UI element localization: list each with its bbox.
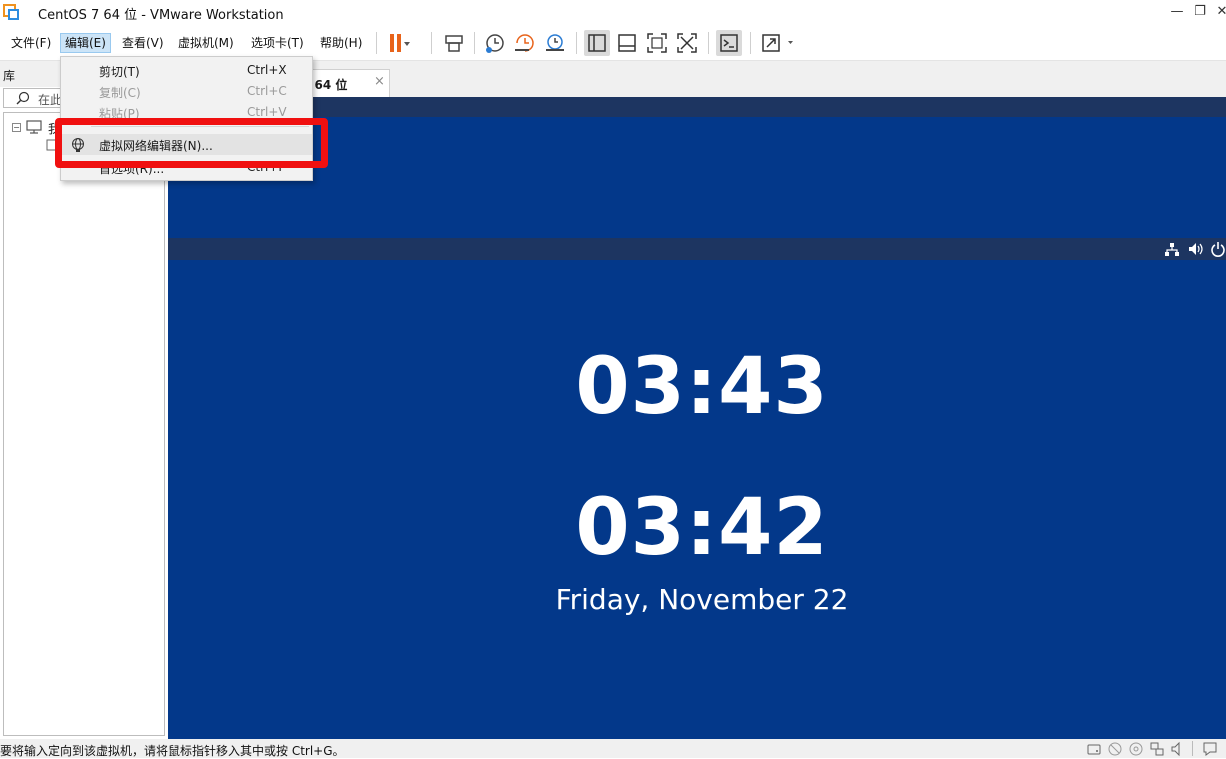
status-message: 要将输入定向到该虚拟机，请将鼠标指针移入其中或按 Ctrl+G。 bbox=[0, 744, 345, 758]
snapshot-icon[interactable] bbox=[482, 30, 508, 56]
chevron-down-icon[interactable] bbox=[783, 30, 809, 56]
stretch-icon[interactable] bbox=[758, 30, 784, 56]
computer-icon bbox=[26, 120, 42, 134]
menu-item-shortcut: Ctrl+C bbox=[247, 84, 287, 98]
library-title: 库 bbox=[3, 69, 16, 83]
menu-item-label: 剪切(T) bbox=[99, 65, 140, 79]
search-icon bbox=[16, 91, 30, 105]
status-bar: 要将输入定向到该虚拟机，请将鼠标指针移入其中或按 Ctrl+G。 bbox=[0, 739, 1226, 758]
menu-view[interactable]: 查看(V) bbox=[118, 33, 168, 53]
volume-icon[interactable] bbox=[1187, 241, 1203, 257]
unity-icon[interactable] bbox=[674, 30, 700, 56]
vm-top-bar bbox=[168, 97, 1226, 117]
menu-item-shortcut: Ctrl+X bbox=[247, 63, 287, 77]
message-icon[interactable] bbox=[1202, 741, 1218, 757]
send-ctrl-alt-del-icon[interactable] bbox=[441, 30, 467, 56]
menu-help[interactable]: 帮助(H) bbox=[316, 33, 366, 53]
status-separator bbox=[1192, 741, 1193, 756]
tab-strip: OS 7 64 位 × bbox=[166, 61, 1226, 97]
lock-screen-time-1: 03:43 bbox=[575, 342, 829, 432]
toolbar-separator bbox=[376, 32, 377, 54]
library-tree[interactable]: − 我 bbox=[3, 112, 165, 736]
close-button[interactable]: ✕ bbox=[1212, 2, 1226, 22]
power-icon[interactable] bbox=[1210, 241, 1226, 257]
menu-item-cut[interactable]: 剪切(T) Ctrl+X bbox=[61, 60, 312, 81]
console-icon[interactable] bbox=[716, 30, 742, 56]
toolbar-separator bbox=[431, 32, 432, 54]
menu-item-label: 复制(C) bbox=[99, 86, 141, 100]
annotation-highlight-box bbox=[55, 118, 328, 168]
toolbar-separator bbox=[708, 32, 709, 54]
tree-collapse-toggle[interactable]: − bbox=[12, 123, 21, 132]
revert-snapshot-icon[interactable] bbox=[512, 30, 538, 56]
restore-button[interactable]: ❐ bbox=[1190, 2, 1210, 22]
floppy-icon[interactable] bbox=[1128, 741, 1144, 757]
network-adapter-icon[interactable] bbox=[1149, 741, 1165, 757]
hard-disk-icon[interactable] bbox=[1086, 741, 1102, 757]
menu-vm[interactable]: 虚拟机(M) bbox=[174, 33, 238, 53]
toolbar-separator bbox=[750, 32, 751, 54]
menu-edit[interactable]: 编辑(E) bbox=[60, 33, 111, 53]
title-bar: CentOS 7 64 位 - VMware Workstation — ❐ ✕ bbox=[0, 0, 1226, 25]
menu-item-shortcut: Ctrl+V bbox=[247, 105, 287, 119]
toolbar-separator bbox=[474, 32, 475, 54]
vm-console[interactable]: 03:43 03:42 Friday, November 22 bbox=[168, 97, 1226, 739]
tab-close-icon[interactable]: × bbox=[374, 74, 385, 89]
minimize-button[interactable]: — bbox=[1167, 2, 1187, 22]
menu-file[interactable]: 文件(F) bbox=[7, 33, 55, 53]
menu-item-copy[interactable]: 复制(C) Ctrl+C bbox=[61, 81, 312, 102]
cd-icon[interactable] bbox=[1107, 741, 1123, 757]
sound-icon[interactable] bbox=[1170, 741, 1186, 757]
toolbar-separator bbox=[576, 32, 577, 54]
snapshot-manager-icon[interactable] bbox=[542, 30, 568, 56]
lock-screen-date: Friday, November 22 bbox=[555, 583, 849, 616]
pause-icon[interactable] bbox=[384, 30, 410, 56]
vmware-logo-icon bbox=[3, 4, 19, 20]
menu-tabs[interactable]: 选项卡(T) bbox=[247, 33, 308, 53]
search-placeholder: 在此 bbox=[38, 93, 63, 107]
library-view-icon[interactable] bbox=[584, 30, 610, 56]
network-icon[interactable] bbox=[1164, 241, 1180, 257]
window-title: CentOS 7 64 位 - VMware Workstation bbox=[38, 8, 284, 23]
vm-panel-bar bbox=[168, 238, 1226, 260]
lock-screen-time-2: 03:42 bbox=[575, 483, 829, 573]
fullscreen-icon[interactable] bbox=[644, 30, 670, 56]
thumbnail-bar-icon[interactable] bbox=[614, 30, 640, 56]
